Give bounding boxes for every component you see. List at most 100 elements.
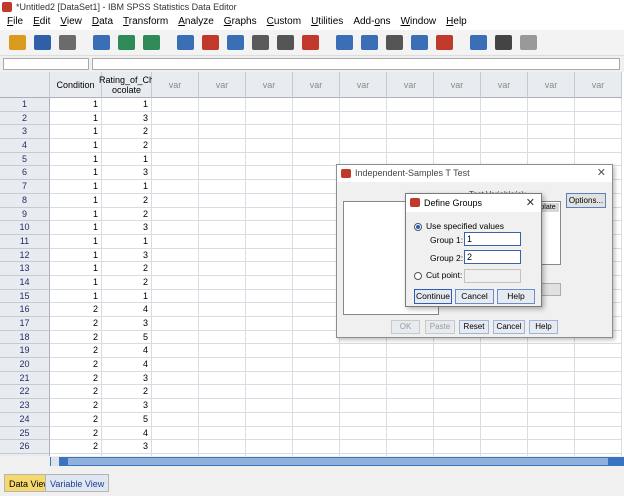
- cell-empty[interactable]: [387, 344, 434, 359]
- cell-empty[interactable]: [199, 180, 246, 194]
- cell-empty[interactable]: [246, 221, 293, 235]
- cell-empty[interactable]: [387, 371, 434, 386]
- cell-empty[interactable]: [152, 139, 199, 153]
- cell-empty[interactable]: [152, 303, 199, 317]
- row-number[interactable]: 7: [0, 180, 50, 194]
- cell-empty[interactable]: [293, 344, 340, 359]
- column-header-condition[interactable]: Condition: [50, 72, 102, 98]
- cell-empty[interactable]: [387, 98, 434, 112]
- cell-rating[interactable]: 5: [102, 330, 152, 345]
- cell-empty[interactable]: [199, 412, 246, 427]
- cell-empty[interactable]: [246, 453, 293, 456]
- cell-empty[interactable]: [246, 344, 293, 359]
- cell-empty[interactable]: [152, 193, 199, 208]
- print-button[interactable]: [56, 32, 78, 54]
- column-header-var[interactable]: var: [528, 72, 575, 98]
- cell-empty[interactable]: [152, 262, 199, 276]
- row-number[interactable]: 26: [0, 440, 50, 454]
- cell-empty[interactable]: [199, 139, 246, 153]
- row-number[interactable]: 2: [0, 111, 50, 126]
- cell-empty[interactable]: [575, 371, 622, 386]
- cell-empty[interactable]: [152, 207, 199, 222]
- column-header-var[interactable]: var: [152, 72, 199, 98]
- cell-empty[interactable]: [199, 330, 246, 345]
- cell-empty[interactable]: [293, 111, 340, 126]
- cell-condition[interactable]: 1: [50, 139, 102, 153]
- cell-empty[interactable]: [434, 111, 481, 126]
- close-icon[interactable]: ✕: [526, 194, 535, 212]
- cell-condition[interactable]: 1: [50, 125, 102, 140]
- column-header-var[interactable]: var: [199, 72, 246, 98]
- cell-empty[interactable]: [199, 98, 246, 112]
- menu-item-edit[interactable]: Edit: [28, 14, 55, 30]
- variables-button[interactable]: [224, 32, 246, 54]
- cell-empty[interactable]: [340, 385, 387, 400]
- cell-empty[interactable]: [434, 412, 481, 427]
- cell-empty[interactable]: [340, 358, 387, 372]
- cell-empty[interactable]: [293, 262, 340, 276]
- cell-empty[interactable]: [387, 139, 434, 153]
- cell-empty[interactable]: [246, 385, 293, 400]
- ok-button[interactable]: OK: [391, 320, 420, 334]
- cell-rating[interactable]: 3: [102, 317, 152, 331]
- cell-condition[interactable]: 1: [50, 221, 102, 235]
- cell-empty[interactable]: [246, 207, 293, 222]
- cell-empty[interactable]: [199, 275, 246, 290]
- cell-condition[interactable]: 1: [50, 111, 102, 126]
- cell-empty[interactable]: [246, 234, 293, 249]
- cell-rating[interactable]: 4: [102, 358, 152, 372]
- row-number[interactable]: 14: [0, 275, 50, 290]
- cell-empty[interactable]: [246, 358, 293, 372]
- row-number[interactable]: 20: [0, 358, 50, 372]
- cell-empty[interactable]: [387, 111, 434, 126]
- cancel-button[interactable]: Cancel: [455, 289, 494, 304]
- row-number[interactable]: 11: [0, 234, 50, 249]
- cell-empty[interactable]: [246, 262, 293, 276]
- column-header-var[interactable]: var: [481, 72, 528, 98]
- goto-case-button[interactable]: [174, 32, 196, 54]
- cell-empty[interactable]: [575, 344, 622, 359]
- cell-empty[interactable]: [481, 453, 528, 456]
- run-descriptives-button[interactable]: [249, 32, 271, 54]
- cell-empty[interactable]: [434, 139, 481, 153]
- row-number[interactable]: 22: [0, 385, 50, 400]
- menu-item-transform[interactable]: Transform: [118, 14, 173, 30]
- cell-empty[interactable]: [481, 344, 528, 359]
- cell-condition[interactable]: 1: [50, 275, 102, 290]
- column-header-var[interactable]: var: [434, 72, 481, 98]
- cell-condition[interactable]: 2: [50, 344, 102, 359]
- menu-item-help[interactable]: Help: [441, 14, 472, 30]
- group1-input[interactable]: 1: [464, 232, 521, 246]
- cell-empty[interactable]: [575, 139, 622, 153]
- horizontal-scrollbar[interactable]: [50, 457, 624, 466]
- cell-empty[interactable]: [152, 453, 199, 456]
- cell-empty[interactable]: [293, 371, 340, 386]
- cell-empty[interactable]: [199, 344, 246, 359]
- cell-empty[interactable]: [387, 385, 434, 400]
- cell-condition[interactable]: 1: [50, 180, 102, 194]
- column-header-rating-of-chocolate[interactable]: Rating_of_Ch ocolate: [99, 72, 154, 98]
- cell-condition[interactable]: 2: [50, 399, 102, 413]
- menu-item-analyze[interactable]: Analyze: [173, 14, 219, 30]
- cell-empty[interactable]: [152, 330, 199, 345]
- cell-empty[interactable]: [293, 317, 340, 331]
- cell-empty[interactable]: [434, 385, 481, 400]
- cell-empty[interactable]: [199, 125, 246, 140]
- cell-rating[interactable]: 3: [102, 111, 152, 126]
- cell-empty[interactable]: [293, 412, 340, 427]
- cell-empty[interactable]: [246, 330, 293, 345]
- cell-condition[interactable]: 2: [50, 330, 102, 345]
- cell-empty[interactable]: [199, 262, 246, 276]
- cell-empty[interactable]: [575, 412, 622, 427]
- cell-condition[interactable]: 1: [50, 248, 102, 263]
- cell-empty[interactable]: [152, 289, 199, 304]
- help-button[interactable]: Help: [497, 289, 535, 304]
- cut-point-radio[interactable]: [414, 272, 422, 280]
- cell-empty[interactable]: [340, 440, 387, 454]
- cell-empty[interactable]: [293, 453, 340, 456]
- cell-empty[interactable]: [575, 385, 622, 400]
- cell-empty[interactable]: [481, 111, 528, 126]
- cell-empty[interactable]: [246, 98, 293, 112]
- cell-empty[interactable]: [528, 399, 575, 413]
- cell-condition[interactable]: 2: [50, 412, 102, 427]
